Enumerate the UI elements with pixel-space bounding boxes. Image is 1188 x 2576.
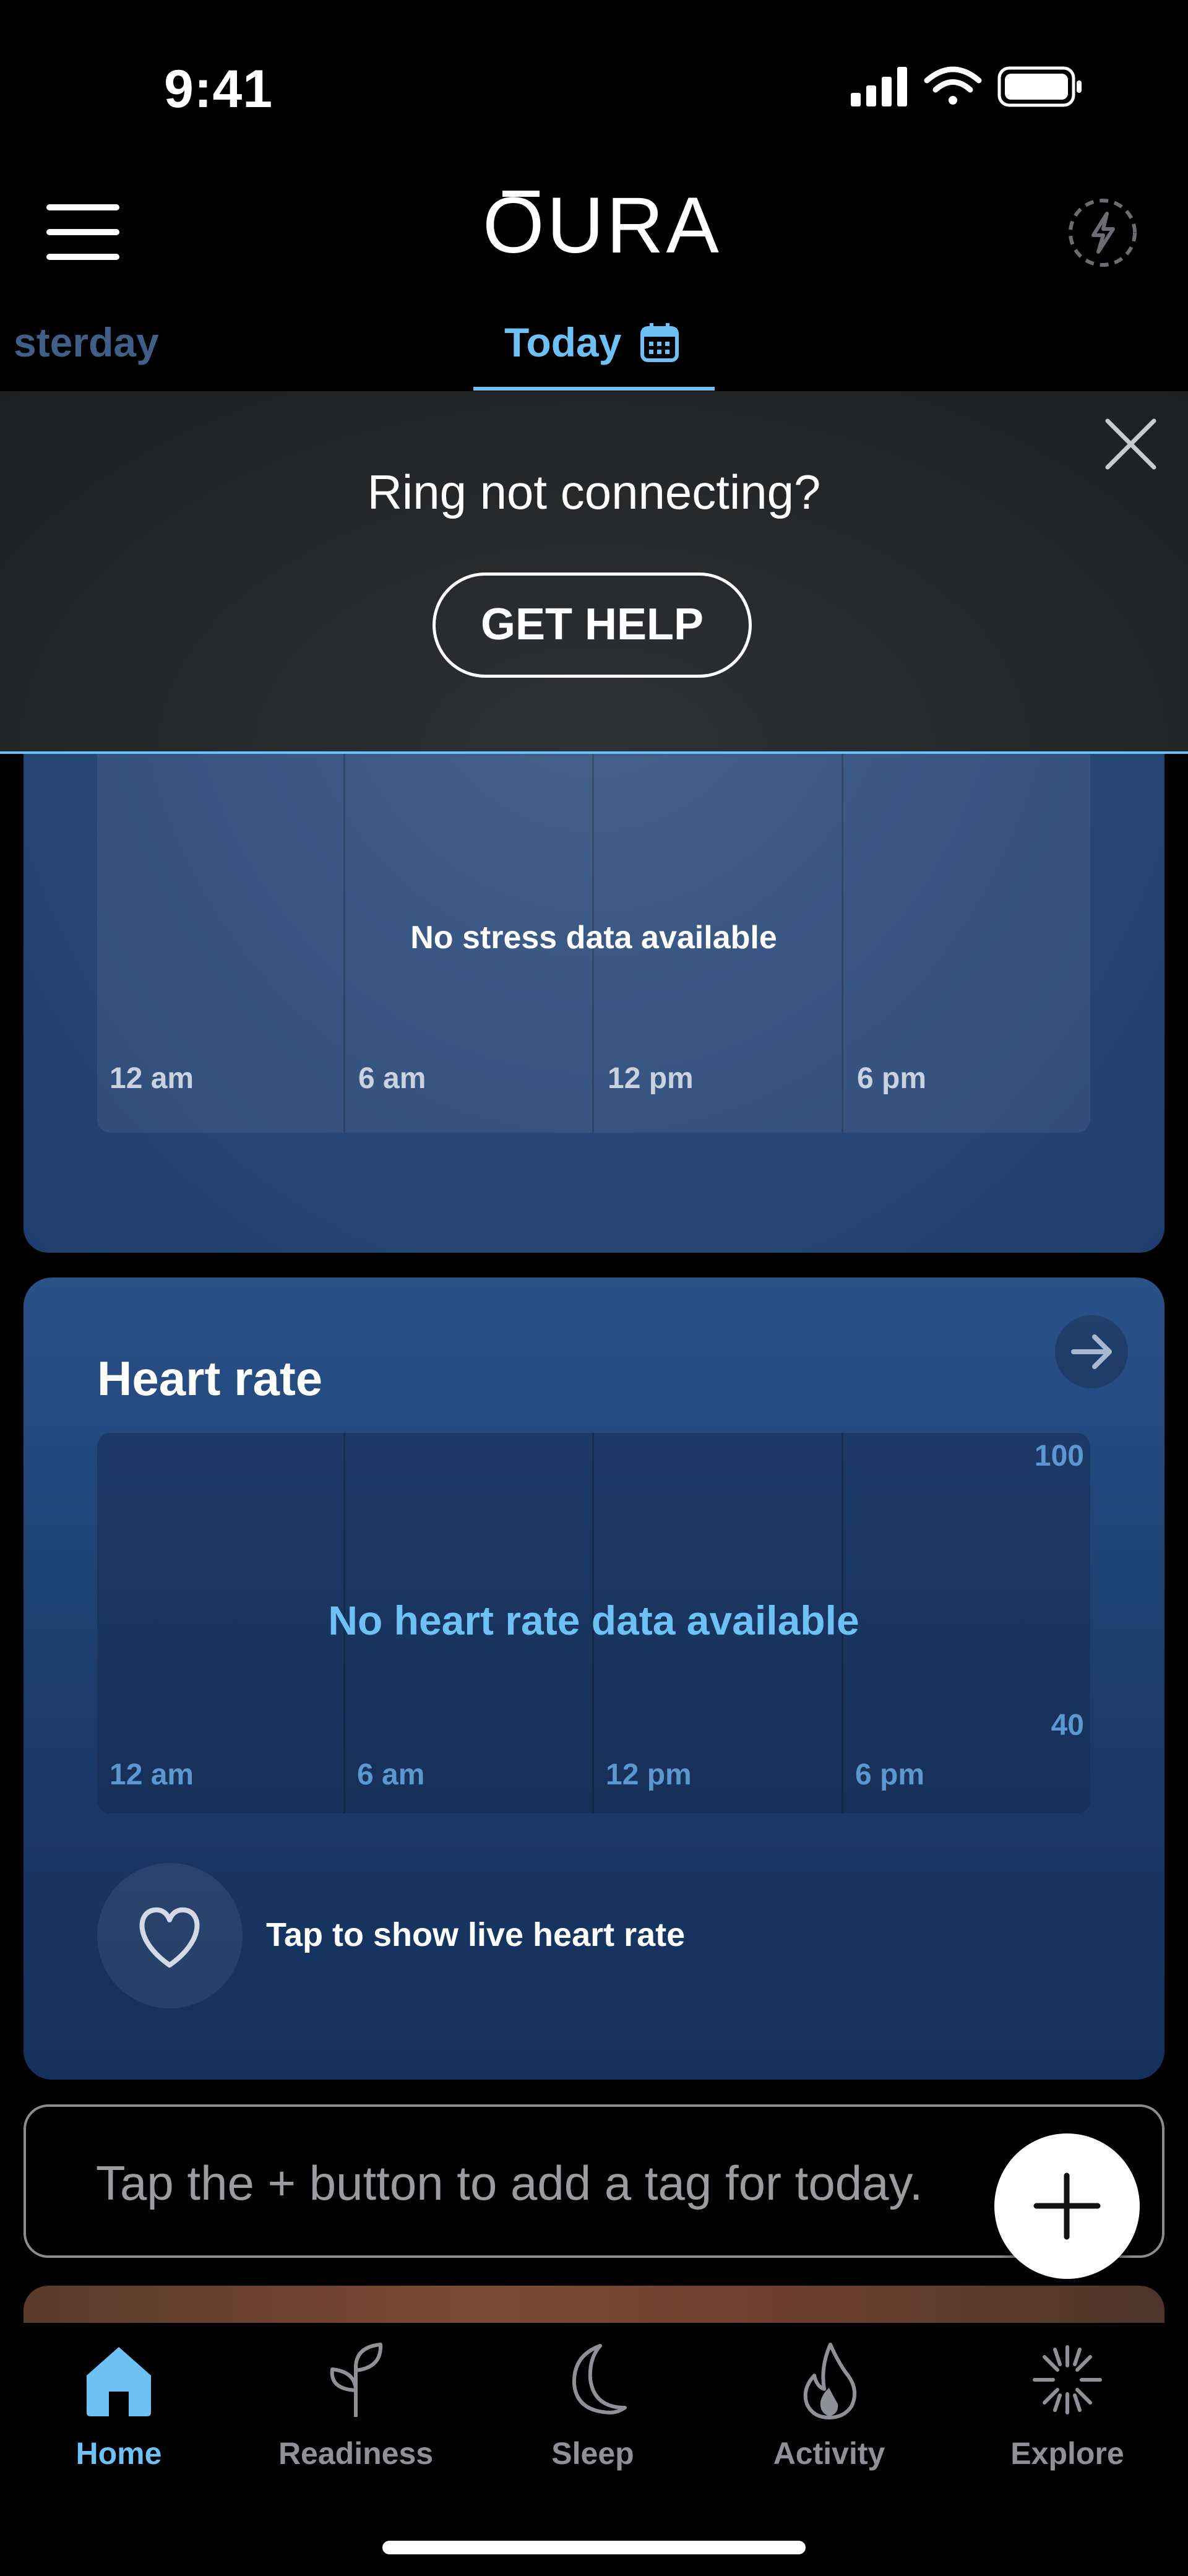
next-card-preview[interactable] — [24, 2286, 1164, 2323]
stress-tick: 6 pm — [857, 1062, 927, 1095]
menu-button[interactable] — [46, 201, 124, 263]
nav-readiness[interactable]: Readiness — [263, 2340, 449, 2482]
heart-rate-title: Heart rate — [97, 1351, 323, 1406]
live-heart-rate-label[interactable]: Tap to show live heart rate — [266, 1916, 685, 1954]
menu-icon-line — [46, 254, 119, 260]
flame-icon — [803, 2343, 857, 2419]
status-time: 9:41 — [164, 59, 273, 119]
y-axis-min: 40 — [1051, 1709, 1084, 1742]
nav-activity[interactable]: Activity — [736, 2340, 922, 2482]
banner-title: Ring not connecting? — [367, 465, 821, 519]
heart-rate-chart: 100 40 No heart rate data available 12 a… — [97, 1433, 1090, 1813]
heart-rate-tick: 6 am — [357, 1758, 425, 1791]
tab-yesterday[interactable]: sterday — [14, 319, 159, 366]
nav-label: Sleep — [551, 2436, 634, 2471]
heart-rate-tick: 12 am — [110, 1758, 194, 1791]
arrow-right-icon[interactable] — [1055, 1315, 1128, 1388]
nav-sleep[interactable]: Sleep — [500, 2340, 686, 2482]
stress-tick: 12 am — [110, 1062, 194, 1095]
tab-today[interactable]: Today — [504, 319, 621, 366]
home-indicator — [382, 2541, 806, 2554]
sprout-icon — [330, 2343, 383, 2417]
nav-home[interactable]: Home — [26, 2340, 212, 2482]
add-tag-button[interactable] — [994, 2133, 1140, 2279]
nav-explore[interactable]: Explore — [975, 2340, 1160, 2482]
stress-tick: 12 pm — [608, 1062, 694, 1095]
oura-logo: OURA — [483, 181, 721, 270]
heart-rate-tick: 12 pm — [606, 1758, 692, 1791]
heart-rate-empty-message: No heart rate data available — [328, 1597, 859, 1643]
wifi-icon — [924, 66, 982, 105]
menu-icon — [46, 204, 119, 210]
battery-icon — [997, 66, 1082, 107]
menu-icon-line — [46, 229, 119, 235]
plus-icon — [1033, 2172, 1101, 2240]
heart-rate-tick: 6 pm — [855, 1758, 925, 1791]
nav-label: Explore — [1010, 2436, 1124, 2471]
nav-label: Home — [75, 2436, 162, 2471]
home-icon — [87, 2347, 151, 2416]
signal-icon — [851, 67, 907, 106]
charging-icon[interactable] — [1066, 196, 1139, 269]
sparkle-icon — [1033, 2345, 1102, 2414]
live-heart-rate-button[interactable] — [97, 1863, 243, 2008]
get-help-button[interactable]: GET HELP — [433, 573, 752, 678]
tab-underline — [473, 387, 715, 391]
status-icons — [851, 66, 1082, 107]
tag-prompt-text: Tap the + button to add a tag for today. — [96, 2156, 923, 2210]
heart-icon — [139, 1907, 200, 1968]
nav-label: Activity — [773, 2436, 885, 2471]
stress-empty-message: No stress data available — [410, 920, 777, 956]
calendar-icon[interactable] — [640, 322, 679, 363]
y-axis-max: 100 — [1034, 1440, 1084, 1472]
moon-icon — [572, 2344, 627, 2414]
stress-chart: No stress data available 12 am 6 am 12 p… — [97, 740, 1090, 1133]
nav-label: Readiness — [278, 2436, 434, 2471]
stress-tick: 6 am — [358, 1062, 426, 1095]
